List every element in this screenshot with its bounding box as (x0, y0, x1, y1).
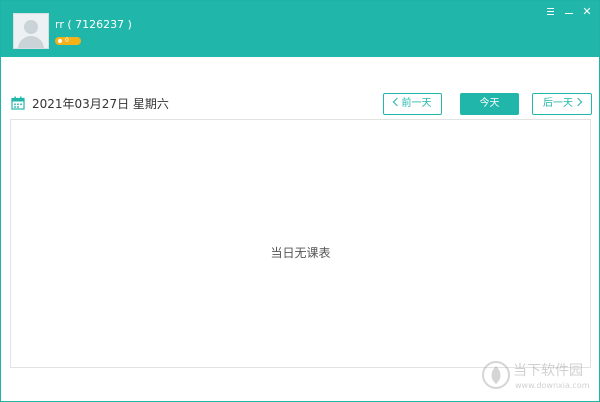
today-button[interactable]: 今天 (460, 93, 519, 115)
today-label: 今天 (479, 98, 500, 109)
chevron-left-icon (392, 97, 401, 107)
header-bar: rr ( 7126237 ) 0 ✕ (1, 1, 599, 57)
avatar-head-shape (24, 20, 38, 34)
next-day-label: 后一天 (543, 98, 573, 109)
chevron-right-icon (573, 97, 583, 107)
menu-button[interactable] (544, 5, 558, 19)
menu-icon (547, 8, 554, 9)
empty-schedule-message: 当日无课表 (270, 246, 331, 260)
minimize-icon (565, 13, 573, 14)
previous-day-button[interactable]: 前一天 (383, 93, 442, 115)
avatar-body-shape (18, 36, 44, 48)
close-icon: ✕ (582, 5, 592, 18)
app-window: rr ( 7126237 ) 0 ✕ 2021年03月27日 星期六 前一天 今… (0, 0, 600, 402)
watermark-url: www.downxia.com (515, 381, 590, 390)
username-label: rr ( 7126237 ) (55, 18, 132, 31)
user-level-badge: 0 (55, 37, 81, 45)
previous-day-label: 前一天 (401, 98, 432, 109)
menu-icon-bar (547, 14, 554, 15)
calendar-icon (11, 96, 25, 110)
watermark: 当下软件园 www.downxia.com (481, 358, 593, 396)
minimize-button[interactable] (562, 5, 576, 19)
menu-icon-bar (547, 11, 554, 12)
watermark-name: 当下软件园 (513, 363, 583, 379)
current-date: 2021年03月27日 星期六 (32, 97, 169, 111)
next-day-button[interactable]: 后一天 (532, 93, 592, 115)
watermark-logo-icon (482, 361, 510, 389)
close-button[interactable]: ✕ (580, 5, 594, 19)
badge-value: 0 (65, 37, 69, 44)
badge-coin-icon (58, 39, 62, 43)
avatar[interactable] (13, 13, 49, 49)
schedule-panel: 当日无课表 (10, 119, 591, 368)
